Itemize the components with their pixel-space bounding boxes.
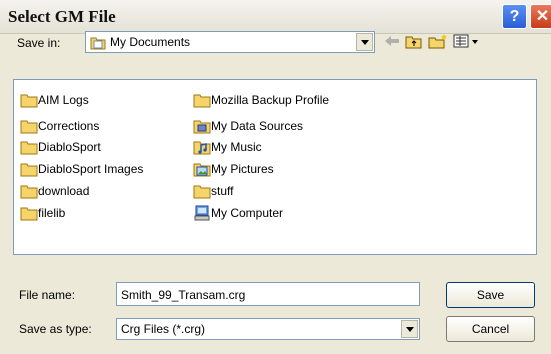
cancel-button[interactable]: Cancel bbox=[446, 316, 535, 342]
file-name-label: File name: bbox=[19, 288, 76, 302]
list-item-label: My Computer bbox=[211, 206, 284, 220]
save-in-label: Save in: bbox=[17, 36, 61, 50]
list-item-label: stuff bbox=[211, 184, 234, 198]
back-button[interactable] bbox=[383, 33, 401, 52]
title-bar: Select GM File ? ✕ bbox=[0, 0, 551, 34]
list-item-label: filelib bbox=[38, 206, 66, 220]
save-button[interactable]: Save bbox=[446, 282, 535, 308]
list-item-label: AIM Logs bbox=[38, 93, 89, 107]
folder-icon bbox=[20, 185, 38, 199]
view-menu-button[interactable] bbox=[453, 33, 479, 52]
chevron-down-icon bbox=[406, 327, 414, 332]
folder-icon bbox=[20, 207, 38, 221]
up-folder-icon bbox=[405, 36, 422, 49]
save-in-dropdown[interactable]: My Documents bbox=[85, 31, 375, 53]
list-item-label: Corrections bbox=[38, 119, 100, 133]
close-button[interactable]: ✕ bbox=[530, 4, 551, 29]
help-button[interactable]: ? bbox=[502, 4, 527, 29]
folder-icon bbox=[20, 163, 38, 177]
folder-icon bbox=[20, 94, 38, 108]
close-icon: ✕ bbox=[535, 8, 550, 25]
list-item-label: download bbox=[38, 184, 90, 198]
folder-icon bbox=[193, 94, 211, 108]
dialog-title: Select GM File bbox=[8, 7, 116, 26]
new-folder-icon bbox=[428, 34, 447, 49]
new-folder-button[interactable] bbox=[428, 33, 448, 52]
up-folder-button[interactable] bbox=[405, 33, 423, 52]
save-as-type-dropdown[interactable]: Crg Files (*.crg) bbox=[116, 318, 420, 340]
music-folder-icon bbox=[193, 141, 211, 155]
help-icon: ? bbox=[509, 8, 520, 25]
save-as-type-value: Crg Files (*.crg) bbox=[121, 322, 206, 336]
list-item-label: My Data Sources bbox=[211, 119, 304, 133]
folder-icon bbox=[193, 185, 211, 199]
list-item-label: My Pictures bbox=[211, 162, 274, 176]
save-as-type-label: Save as type: bbox=[19, 322, 92, 336]
view-menu-icon bbox=[453, 34, 478, 48]
data-sources-icon bbox=[193, 120, 211, 134]
back-arrow-icon bbox=[385, 36, 399, 46]
folder-icon bbox=[20, 120, 38, 134]
file-name-value: Smith_99_Transam.crg bbox=[121, 288, 246, 302]
file-name-input[interactable]: Smith_99_Transam.crg bbox=[116, 282, 420, 306]
file-list[interactable]: AIM Logs Corrections DiabloSport DiabloS… bbox=[13, 79, 537, 255]
list-item-label: DiabloSport Images bbox=[38, 162, 144, 176]
my-documents-icon bbox=[90, 35, 106, 53]
pictures-folder-icon bbox=[193, 163, 211, 177]
list-item-label: Mozilla Backup Profile bbox=[211, 93, 330, 107]
chevron-down-icon bbox=[361, 40, 369, 45]
folder-icon bbox=[20, 141, 38, 155]
list-item-label: My Music bbox=[211, 140, 262, 154]
computer-icon bbox=[194, 205, 210, 221]
save-in-value: My Documents bbox=[110, 35, 191, 49]
save-in-dropdown-arrow[interactable] bbox=[356, 33, 373, 51]
list-item-label: DiabloSport bbox=[38, 140, 101, 154]
save-as-type-dropdown-arrow[interactable] bbox=[401, 320, 418, 338]
